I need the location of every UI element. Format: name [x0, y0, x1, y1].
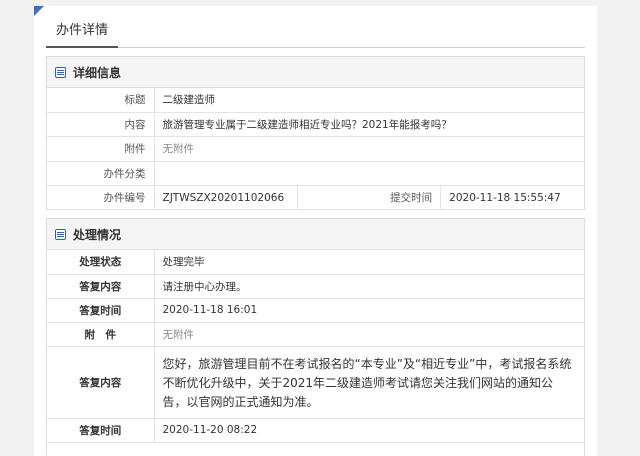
case-code-label: 办件编号 — [47, 185, 155, 211]
process-section: 处理情况 处理状态 处理完毕 答复内容 请注册中心办理。 答复时间 2020-1… — [46, 218, 585, 456]
tab-case-detail[interactable]: 办件详情 — [46, 16, 119, 48]
list-icon — [55, 66, 66, 78]
table-row: 答复时间 2020-11-20 08:22 — [47, 418, 584, 443]
attachment-value: 无附件 — [154, 322, 584, 347]
table-row: 附件 无附件 — [47, 136, 584, 162]
table-row: 附 件 无附件 — [47, 322, 584, 347]
reply-content-label: 答复内容 — [47, 274, 155, 299]
table-row: 答复时间 2020-11-18 16:01 — [47, 298, 584, 323]
table-row: 处理状态 处理完毕 — [47, 250, 584, 275]
table-row: 答复内容 请注册中心办理。 — [47, 274, 584, 299]
process-table: 处理状态 处理完毕 答复内容 请注册中心办理。 答复时间 2020-11-18 … — [47, 250, 584, 443]
reply-content-label: 答复内容 — [47, 346, 155, 419]
process-title: 处理情况 — [73, 227, 122, 242]
attachment-value: 无附件 — [154, 136, 584, 162]
table-row: 标题 二级建造师 — [47, 88, 584, 113]
detail-info-header: 详细信息 — [47, 57, 584, 88]
status-value: 处理完毕 — [154, 250, 584, 275]
table-row: 内容 旅游管理专业属于二级建造师相近专业吗？2021年能报考吗？ — [47, 112, 584, 138]
detail-info-title: 详细信息 — [73, 65, 122, 80]
reply-content-value: 请注册中心办理。 — [154, 274, 584, 299]
process-header: 处理情况 — [47, 219, 584, 250]
title-value: 二级建造师 — [154, 88, 584, 113]
page-tab-bar: 办件详情 — [46, 16, 585, 48]
status-label: 处理状态 — [47, 250, 155, 275]
detail-page: 办件详情 详细信息 标题 二级建造师 内容 旅游管理专业属于二级建造师相近专业吗… — [34, 6, 597, 456]
reply-time-value: 2020-11-20 08:22 — [154, 418, 584, 443]
list-icon — [55, 228, 66, 240]
category-value — [154, 161, 584, 187]
content-label: 内容 — [47, 112, 155, 138]
attachment-label: 附 件 — [47, 322, 155, 347]
attachment-label: 附件 — [47, 136, 155, 162]
title-label: 标题 — [47, 88, 155, 113]
detail-info-section: 详细信息 标题 二级建造师 内容 旅游管理专业属于二级建造师相近专业吗？2021… — [46, 56, 585, 211]
reply-time-label: 答复时间 — [47, 418, 155, 443]
corner-marker — [34, 6, 44, 16]
case-code-value: ZJTWSZX20201102066 — [154, 185, 298, 211]
category-label: 办件分类 — [47, 161, 155, 187]
content-value: 旅游管理专业属于二级建造师相近专业吗？2021年能报考吗？ — [154, 112, 584, 138]
detail-info-table: 标题 二级建造师 内容 旅游管理专业属于二级建造师相近专业吗？2021年能报考吗… — [47, 88, 584, 211]
submit-time-value: 2020-11-18 15:55:47 — [440, 185, 584, 211]
table-row: 办件分类 — [47, 161, 584, 187]
table-row: 答复内容 您好，旅游管理目前不在考试报名的“本专业”及“相近专业”中，考试报名系… — [47, 346, 584, 419]
table-row: 办件编号 ZJTWSZX20201102066 提交时间 2020-11-18 … — [47, 185, 584, 211]
reply-content-value: 您好，旅游管理目前不在考试报名的“本专业”及“相近专业”中，考试报名系统不断优化… — [154, 346, 584, 419]
submit-time-label: 提交时间 — [296, 185, 442, 211]
reply-time-value: 2020-11-18 16:01 — [154, 298, 584, 323]
reply-time-label: 答复时间 — [47, 298, 155, 323]
